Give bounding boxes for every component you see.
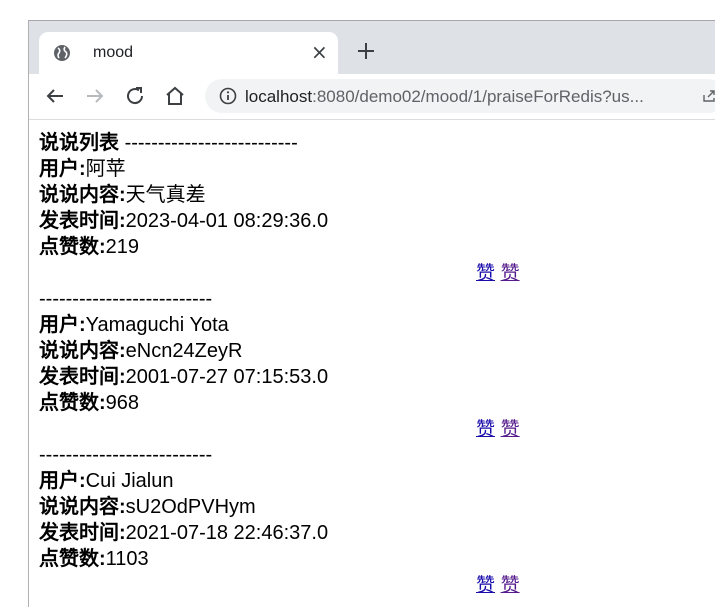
mood-content-row: 说说内容:eNcn24ZeyR xyxy=(39,338,709,364)
praise-redis-link[interactable]: 赞 xyxy=(501,263,520,284)
time-label: 发表时间: xyxy=(39,210,126,232)
user-label: 用户: xyxy=(39,158,86,180)
separator: -------------------------- xyxy=(39,288,213,310)
info-icon[interactable] xyxy=(219,87,237,105)
user-value: Yamaguchi Yota xyxy=(85,314,229,336)
separator: -------------------------- xyxy=(124,132,298,154)
likes-value: 1103 xyxy=(105,548,149,570)
mood-time-row: 发表时间:2023-04-01 08:29:36.0 xyxy=(39,208,709,234)
url-path: :8080/demo02/mood/1/praiseForRedis?us... xyxy=(312,87,644,106)
mood-likes-row: 点赞数:219 xyxy=(39,234,709,260)
tab-title: mood xyxy=(93,44,134,61)
globe-icon xyxy=(54,45,70,61)
time-value: 2021-07-18 22:46:37.0 xyxy=(125,522,329,544)
praise-link[interactable]: 赞 xyxy=(476,575,495,596)
praise-redis-link[interactable]: 赞 xyxy=(501,575,520,596)
new-tab-plus-icon[interactable] xyxy=(355,40,377,62)
close-tab-icon[interactable]: × xyxy=(311,41,328,63)
mood-item: 用户:Yamaguchi Yota 说说内容:eNcn24ZeyR 发表时间:2… xyxy=(39,312,709,442)
praise-link[interactable]: 赞 xyxy=(476,263,495,284)
content-value: sU2OdPVHym xyxy=(125,496,256,518)
desktop-background xyxy=(0,0,28,607)
praise-links: 赞 赞 xyxy=(39,260,709,286)
praise-links: 赞 赞 xyxy=(39,416,709,442)
page-title: 说说列表 xyxy=(39,132,119,154)
address-bar[interactable]: localhost:8080/demo02/mood/1/praiseForRe… xyxy=(205,79,715,113)
user-label: 用户: xyxy=(39,470,86,492)
content-value: eNcn24ZeyR xyxy=(125,340,243,362)
content-label: 说说内容: xyxy=(39,184,126,206)
likes-label: 点赞数: xyxy=(39,548,106,570)
mood-time-row: 发表时间:2001-07-27 07:15:53.0 xyxy=(39,364,709,390)
content-value: 天气真差 xyxy=(125,184,206,206)
mood-user-row: 用户:阿苹 xyxy=(39,156,709,182)
mood-content-row: 说说内容:天气真差 xyxy=(39,182,709,208)
reload-icon[interactable] xyxy=(123,84,147,108)
praise-links: 赞 赞 xyxy=(39,572,709,598)
home-icon[interactable] xyxy=(163,84,187,108)
mood-likes-row: 点赞数:968 xyxy=(39,390,709,416)
mood-user-row: 用户:Yamaguchi Yota xyxy=(39,312,709,338)
likes-value: 219 xyxy=(105,236,140,258)
share-icon[interactable] xyxy=(702,89,715,103)
time-label: 发表时间: xyxy=(39,522,126,544)
url-text[interactable]: localhost:8080/demo02/mood/1/praiseForRe… xyxy=(245,86,644,108)
user-value: 阿苹 xyxy=(85,158,126,180)
page-content: 说说列表 -------------------------- 用户:阿苹 说说… xyxy=(39,130,709,598)
list-header: 说说列表 -------------------------- xyxy=(39,130,709,156)
tab-strip: mood × xyxy=(29,20,715,75)
mood-content-row: 说说内容:sU2OdPVHym xyxy=(39,494,709,520)
time-value: 2001-07-27 07:15:53.0 xyxy=(125,366,329,388)
browser-chrome: mood × localhost:8080/demo02/mood/1/prai… xyxy=(29,20,715,120)
mood-item: 用户:Cui Jialun 说说内容:sU2OdPVHym 发表时间:2021-… xyxy=(39,468,709,598)
mood-time-row: 发表时间:2021-07-18 22:46:37.0 xyxy=(39,520,709,546)
content-label: 说说内容: xyxy=(39,340,126,362)
back-arrow-icon[interactable] xyxy=(43,84,67,108)
content-label: 说说内容: xyxy=(39,496,126,518)
toolbar: localhost:8080/demo02/mood/1/praiseForRe… xyxy=(29,74,715,120)
mood-user-row: 用户:Cui Jialun xyxy=(39,468,709,494)
likes-value: 968 xyxy=(105,392,140,414)
user-label: 用户: xyxy=(39,314,86,336)
mood-likes-row: 点赞数:1103 xyxy=(39,546,709,572)
user-value: Cui Jialun xyxy=(85,470,174,492)
likes-label: 点赞数: xyxy=(39,392,106,414)
time-value: 2023-04-01 08:29:36.0 xyxy=(125,210,329,232)
mood-item: 用户:阿苹 说说内容:天气真差 发表时间:2023-04-01 08:29:36… xyxy=(39,156,709,286)
url-host: localhost xyxy=(245,87,313,106)
time-label: 发表时间: xyxy=(39,366,126,388)
forward-arrow-icon[interactable] xyxy=(83,84,107,108)
praise-link[interactable]: 赞 xyxy=(476,419,495,440)
tab-mood[interactable]: mood × xyxy=(39,32,338,75)
likes-label: 点赞数: xyxy=(39,236,106,258)
praise-redis-link[interactable]: 赞 xyxy=(501,419,520,440)
separator: -------------------------- xyxy=(39,444,213,466)
